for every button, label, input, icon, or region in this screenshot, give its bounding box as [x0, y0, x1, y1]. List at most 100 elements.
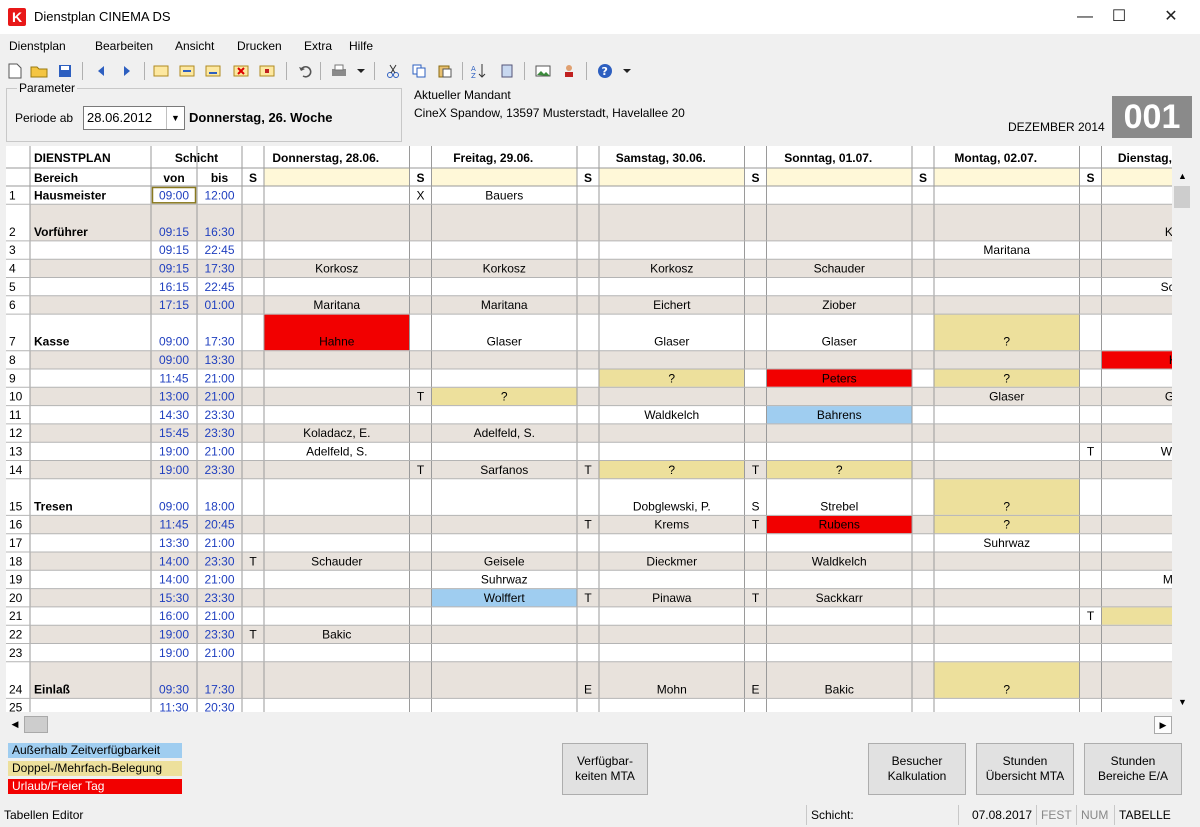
employee-cell[interactable]: Rubens	[819, 518, 860, 532]
bis-time[interactable]: 21:00	[204, 390, 234, 404]
employee-cell[interactable]: Korkosz	[315, 262, 358, 276]
import-icon[interactable]	[178, 62, 196, 80]
copy-icon[interactable]	[410, 62, 428, 80]
employee-cell[interactable]: ?	[501, 390, 508, 404]
back-icon[interactable]	[92, 62, 110, 80]
employee-cell[interactable]: Schauder	[814, 262, 865, 276]
status-flag[interactable]: X	[416, 188, 424, 202]
employee-cell[interactable]: Glaser	[654, 335, 689, 349]
highlight-cell[interactable]	[1102, 607, 1172, 625]
employee-cell[interactable]: ?	[668, 463, 675, 477]
status-flag[interactable]: T	[752, 463, 760, 477]
employee-cell[interactable]: Adelfeld, S.	[474, 426, 535, 440]
employee-cell[interactable]: Glaser	[822, 335, 857, 349]
employee-cell[interactable]: Mohn	[657, 682, 687, 696]
menu-bearbeiten[interactable]: Bearbeiten	[95, 39, 153, 53]
paste-icon[interactable]	[436, 62, 454, 80]
employee-cell[interactable]: Gla	[1165, 390, 1172, 404]
employee-cell[interactable]: ?	[668, 371, 675, 385]
von-time[interactable]: 11:45	[159, 371, 188, 385]
von-time[interactable]: 09:00	[159, 335, 189, 349]
von-time[interactable]: 19:00	[159, 445, 189, 459]
employee-cell[interactable]: Wolffert	[484, 591, 526, 605]
von-time[interactable]: 14:00	[159, 573, 189, 587]
employee-cell[interactable]: Glaser	[989, 390, 1024, 404]
employee-cell[interactable]: Mac	[1163, 573, 1172, 587]
stunden-uebersicht-mta-button[interactable]: Stunden Übersicht MTA	[976, 743, 1074, 795]
new-icon[interactable]	[6, 62, 24, 80]
von-time[interactable]: 09:00	[159, 353, 189, 367]
bis-time[interactable]: 21:00	[204, 371, 234, 385]
scroll-down-icon[interactable]: ▼	[1174, 694, 1191, 710]
print-icon[interactable]	[330, 62, 348, 80]
user-icon[interactable]	[560, 62, 578, 80]
bis-time[interactable]: 23:30	[204, 426, 234, 440]
scroll-up-icon[interactable]: ▲	[1174, 168, 1191, 184]
bis-time[interactable]: 23:30	[204, 591, 234, 605]
cut-icon[interactable]	[384, 62, 402, 80]
forward-icon[interactable]	[118, 62, 136, 80]
employee-cell[interactable]: Suhrwaz	[481, 573, 528, 587]
von-time[interactable]: 15:30	[159, 591, 189, 605]
employee-cell[interactable]: Bauers	[485, 188, 523, 202]
insert-row-icon[interactable]	[152, 62, 170, 80]
von-time[interactable]: 09:15	[159, 243, 189, 257]
employee-cell[interactable]: Peters	[822, 371, 857, 385]
bis-time[interactable]: 23:30	[204, 628, 234, 642]
employee-cell[interactable]: Sackkarr	[816, 591, 863, 605]
bis-time[interactable]: 22:45	[204, 243, 234, 257]
employee-cell[interactable]: Wald	[1161, 445, 1172, 459]
employee-cell[interactable]: ?	[836, 463, 843, 477]
bis-time[interactable]: 23:30	[204, 554, 234, 568]
employee-cell[interactable]: Eichert	[653, 298, 691, 312]
bis-time[interactable]: 17:30	[204, 335, 234, 349]
bis-time[interactable]: 23:30	[204, 408, 234, 422]
bis-time[interactable]: 20:45	[204, 518, 234, 532]
employee-cell[interactable]: Waldkelch	[812, 554, 867, 568]
day-header[interactable]: Dienstag, 03.07.	[1118, 151, 1172, 165]
von-time[interactable]: 14:30	[159, 408, 189, 422]
scroll-right-icon[interactable]: ▶	[1154, 716, 1172, 734]
von-time[interactable]: 16:00	[159, 609, 189, 623]
employee-cell[interactable]: Glaser	[487, 335, 522, 349]
employee-cell[interactable]: Maritana	[313, 298, 360, 312]
maximize-button[interactable]: ☐	[1096, 0, 1142, 34]
von-time[interactable]: 17:15	[159, 298, 189, 312]
employee-cell[interactable]: Bahrens	[817, 408, 862, 422]
employee-cell[interactable]: Suhrwaz	[983, 536, 1030, 550]
edit-icon[interactable]	[258, 62, 276, 80]
von-time[interactable]: 14:00	[159, 554, 189, 568]
highlight-cell[interactable]	[1102, 351, 1172, 369]
print-dropdown-icon[interactable]	[352, 62, 370, 80]
status-flag[interactable]: T	[584, 518, 592, 532]
status-flag[interactable]: T	[1087, 445, 1095, 459]
bis-time[interactable]: 21:00	[204, 445, 234, 459]
bis-time[interactable]: 17:30	[204, 262, 234, 276]
bis-time[interactable]: 16:30	[204, 225, 234, 239]
von-time[interactable]: 15:45	[159, 426, 189, 440]
employee-cell[interactable]: Maritana	[983, 243, 1030, 257]
employee-cell[interactable]: Scha	[1161, 280, 1172, 294]
bis-time[interactable]: 17:30	[204, 682, 234, 696]
von-time[interactable]: 13:00	[159, 390, 189, 404]
bis-time[interactable]: 23:30	[204, 463, 234, 477]
employee-cell[interactable]: Ziober	[822, 298, 856, 312]
scroll-left-icon[interactable]: ◀	[8, 716, 22, 732]
von-time[interactable]: 11:45	[159, 518, 188, 532]
status-flag[interactable]: T	[417, 390, 425, 404]
von-time[interactable]: 11:30	[159, 701, 188, 712]
sort-icon[interactable]: AZ	[470, 62, 488, 80]
status-flag[interactable]: T	[249, 628, 257, 642]
menu-drucken[interactable]: Drucken	[237, 39, 282, 53]
employee-cell[interactable]: Korkosz	[483, 262, 526, 276]
delete-icon[interactable]	[232, 62, 250, 80]
status-flag[interactable]: T	[752, 518, 760, 532]
employee-cell[interactable]: Maritana	[481, 298, 528, 312]
menu-dienstplan[interactable]: Dienstplan	[9, 39, 66, 53]
employee-cell[interactable]: Strebel	[820, 499, 858, 513]
von-time[interactable]: 09:00	[159, 188, 189, 202]
day-header[interactable]: Sonntag, 01.07.	[784, 151, 872, 165]
status-flag[interactable]: T	[584, 591, 592, 605]
von-time[interactable]: 09:15	[159, 225, 189, 239]
verfuegbarkeiten-mta-button[interactable]: Verfügbar- keiten MTA	[562, 743, 648, 795]
